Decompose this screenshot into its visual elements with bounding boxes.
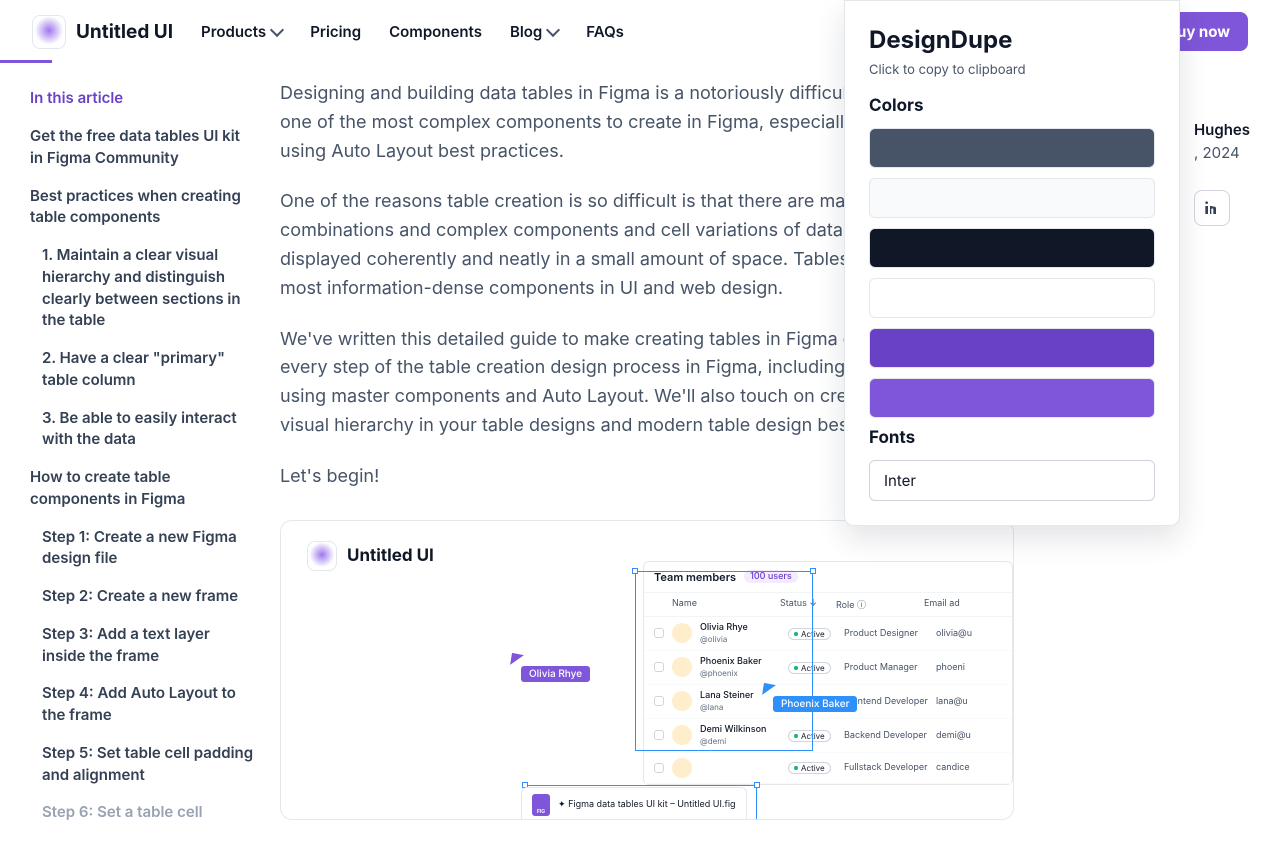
chevron-down-icon	[270, 22, 284, 36]
collaborator-cursor: Phoenix Baker	[773, 696, 857, 712]
share-linkedin[interactable]	[1194, 190, 1230, 226]
toc-link[interactable]: Step 6: Set a table cell	[42, 801, 256, 823]
collaborator-cursor: Olivia Rhye	[521, 666, 590, 682]
figma-embed: Untitled UI Olivia Rhye Team members 100…	[280, 520, 1014, 820]
avatar	[672, 758, 692, 778]
nav-products[interactable]: Products	[201, 22, 282, 41]
logo-mark-icon	[32, 15, 66, 49]
nav-faqs[interactable]: FAQs	[586, 22, 624, 41]
logo-mark-icon	[307, 541, 337, 571]
brand-name: Untitled UI	[76, 20, 173, 43]
reading-progress	[0, 60, 52, 63]
toc-link[interactable]: Step 1: Create a new Figma design file	[42, 526, 256, 570]
article-meta: Hughes , 2024	[1194, 120, 1250, 226]
color-swatch[interactable]	[869, 378, 1155, 418]
toc-link[interactable]: How to create table components in Figma	[30, 466, 256, 510]
toc-link[interactable]: Step 2: Create a new frame	[42, 585, 256, 607]
font-chip[interactable]: Inter	[869, 460, 1155, 501]
color-swatch[interactable]	[869, 128, 1155, 168]
selection-box	[635, 571, 813, 751]
toc-link[interactable]: Step 4: Add Auto Layout to the frame	[42, 682, 256, 726]
color-swatch[interactable]	[869, 278, 1155, 318]
color-swatch[interactable]	[869, 328, 1155, 368]
checkbox[interactable]	[654, 763, 664, 773]
color-swatch[interactable]	[869, 178, 1155, 218]
fig-file-icon	[532, 794, 550, 816]
toc-link[interactable]: 1. Maintain a clear visual hierarchy and…	[42, 244, 256, 331]
nav-components[interactable]: Components	[389, 22, 482, 41]
toc-link[interactable]: Step 5: Set table cell padding and align…	[42, 742, 256, 786]
toc-heading: In this article	[30, 88, 256, 107]
toc-link[interactable]: Get the free data tables UI kit in Figma…	[30, 125, 256, 169]
publish-date: , 2024	[1194, 143, 1250, 162]
nav-pricing[interactable]: Pricing	[310, 22, 361, 41]
embed-brand: Untitled UI	[347, 546, 434, 566]
toc-link[interactable]: 3. Be able to easily interact with the d…	[42, 407, 256, 451]
primary-nav: Products Pricing Components Blog FAQs	[201, 22, 624, 41]
file-attachment[interactable]: ✦ Figma data tables UI kit – Untitled UI…	[521, 787, 747, 820]
author-name: Hughes	[1194, 120, 1250, 139]
designdupe-popover: DesignDupe Click to copy to clipboard Co…	[844, 0, 1180, 526]
popover-title: DesignDupe	[869, 25, 1155, 54]
chevron-down-icon	[546, 22, 560, 36]
fonts-heading: Fonts	[869, 428, 1155, 448]
colors-heading: Colors	[869, 96, 1155, 116]
nav-blog[interactable]: Blog	[510, 22, 558, 41]
table-row[interactable]: ActiveFullstack Developercandice	[644, 753, 1012, 784]
toc-link[interactable]: Step 3: Add a text layer inside the fram…	[42, 623, 256, 667]
toc-link[interactable]: Best practices when creating table compo…	[30, 185, 256, 229]
toc-sidebar: In this article Get the free data tables…	[0, 64, 280, 863]
popover-hint: Click to copy to clipboard	[869, 62, 1155, 78]
color-swatch[interactable]	[869, 228, 1155, 268]
brand-logo[interactable]: Untitled UI	[32, 15, 173, 49]
toc-link[interactable]: 2. Have a clear "primary" table column	[42, 347, 256, 391]
